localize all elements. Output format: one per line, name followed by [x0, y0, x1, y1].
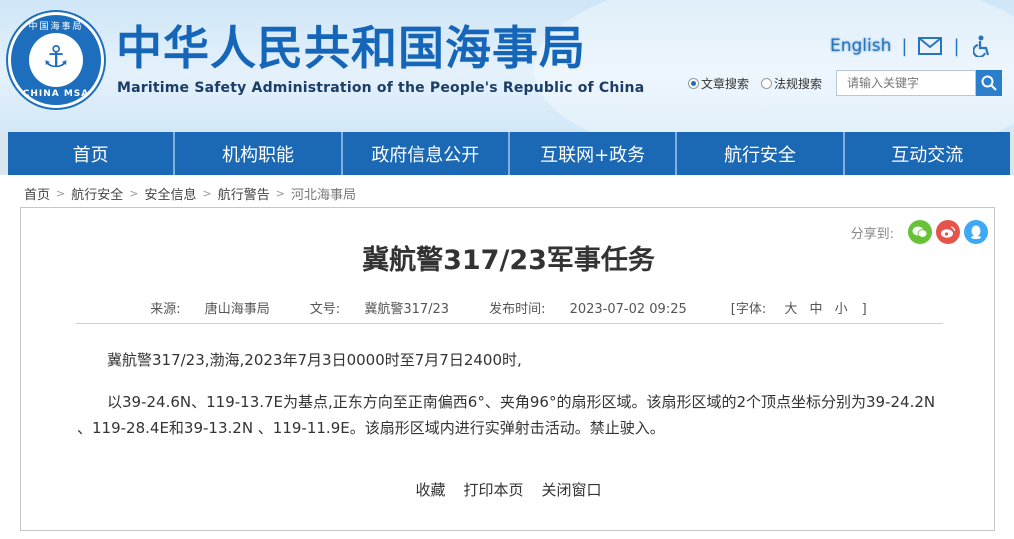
title-divider	[76, 323, 943, 324]
breadcrumb-home[interactable]: 首页	[24, 184, 50, 203]
divider: |	[953, 35, 960, 57]
article-container: 分享到: 冀航警317/23军事任务 来源: 唐山海事局 文号: 冀航警317/…	[20, 207, 995, 531]
font-size-control: [字体: 大 中 小]	[721, 298, 877, 317]
radio-law-search[interactable]: 法规搜索	[761, 75, 822, 92]
chevron-right-icon: >	[129, 187, 139, 200]
font-size-close: ]	[861, 302, 867, 317]
site-title-cn[interactable]: 中华人民共和国海事局	[116, 20, 586, 76]
radio-law-label: 法规搜索	[774, 76, 823, 91]
nav-item-internet-gov[interactable]: 互联网+政务	[509, 132, 678, 175]
meta-source-value: 唐山海事局	[204, 302, 270, 317]
top-tools: English | |	[830, 34, 996, 58]
breadcrumb-safety-info[interactable]: 安全信息	[144, 184, 196, 203]
site-title-en: Maritime Safety Administration of the Pe…	[117, 80, 645, 96]
main-nav: 首页 机构职能 政府信息公开 互联网+政务 航行安全 互动交流	[0, 132, 1014, 175]
breadcrumb: 首页 > 航行安全 > 安全信息 > 航行警告 > 河北海事局	[24, 184, 356, 203]
meta-source: 来源: 唐山海事局	[140, 298, 280, 317]
emblem-top-text: 中国海事局	[28, 22, 84, 32]
site-header: 中国海事局 ⚓ CHINA MSA 中华人民共和国海事局 Maritime Sa…	[0, 0, 1014, 132]
header-decoration	[534, 0, 1014, 132]
meta-docno: 文号: 冀航警317/23	[300, 298, 459, 317]
radio-article-label: 文章搜索	[701, 76, 750, 91]
article-paragraph-2: 以39-24.6N、119-13.7E为基点,正东方向至正南偏西6°、夹角96°…	[77, 393, 936, 437]
article-meta: 来源: 唐山海事局 文号: 冀航警317/23 发布时间: 2023-07-02…	[21, 298, 996, 317]
meta-date-value: 2023-07-02 09:25	[569, 302, 687, 317]
breadcrumb-hebei-msa[interactable]: 河北海事局	[291, 184, 356, 203]
emblem-bottom-text: CHINA MSA	[22, 89, 90, 99]
mail-icon[interactable]	[917, 35, 943, 57]
nav-item-interaction[interactable]: 互动交流	[844, 132, 1010, 175]
article-title: 冀航警317/23军事任务	[362, 245, 655, 276]
meta-docno-label: 文号:	[309, 302, 341, 317]
nav-item-functions[interactable]: 机构职能	[175, 132, 343, 175]
chevron-right-icon: >	[275, 187, 285, 200]
article-actions: 收藏 打印本页 关闭窗口	[21, 479, 996, 500]
font-size-small[interactable]: 小	[835, 302, 848, 317]
breadcrumb-navigation-safety[interactable]: 航行安全	[71, 184, 123, 203]
favorite-link[interactable]: 收藏	[415, 479, 445, 500]
radio-dot-selected[interactable]	[688, 77, 699, 89]
nav-item-gov-info[interactable]: 政府信息公开	[342, 132, 510, 175]
search-button[interactable]	[976, 70, 1003, 96]
article-paragraph-1: 冀航警317/23,渤海,2023年7月3日0000时至7月7日2400时,	[107, 351, 522, 369]
radio-article-search[interactable]: 文章搜索	[688, 75, 749, 92]
meta-date-label: 发布时间:	[489, 302, 546, 317]
chevron-right-icon: >	[56, 187, 66, 200]
nav-item-home[interactable]: 首页	[8, 132, 176, 175]
search-bar: 文章搜索 法规搜索 请输入关键字	[688, 70, 1003, 96]
search-input[interactable]: 请输入关键字	[836, 70, 977, 96]
divider: |	[901, 35, 908, 57]
msa-emblem-logo[interactable]: 中国海事局 ⚓ CHINA MSA	[8, 12, 104, 108]
search-icon	[981, 75, 997, 91]
font-size-large[interactable]: 大	[784, 302, 797, 317]
font-size-label: [字体:	[730, 302, 767, 317]
meta-docno-value: 冀航警317/23	[364, 302, 450, 317]
meta-source-label: 来源:	[150, 302, 181, 317]
anchor-icon: ⚓	[42, 40, 70, 75]
chevron-right-icon: >	[202, 187, 212, 200]
meta-date: 发布时间: 2023-07-02 09:25	[479, 298, 697, 317]
font-size-medium[interactable]: 中	[810, 302, 823, 317]
english-link[interactable]: English	[830, 36, 891, 56]
radio-dot[interactable]	[761, 77, 773, 89]
nav-item-navigation-safety[interactable]: 航行安全	[677, 132, 845, 175]
breadcrumb-nav-warning[interactable]: 航行警告	[218, 184, 270, 203]
close-window-link[interactable]: 关闭窗口	[542, 479, 602, 500]
emblem-center: ⚓	[29, 33, 83, 87]
accessibility-icon[interactable]	[970, 35, 996, 57]
print-link[interactable]: 打印本页	[463, 479, 523, 500]
